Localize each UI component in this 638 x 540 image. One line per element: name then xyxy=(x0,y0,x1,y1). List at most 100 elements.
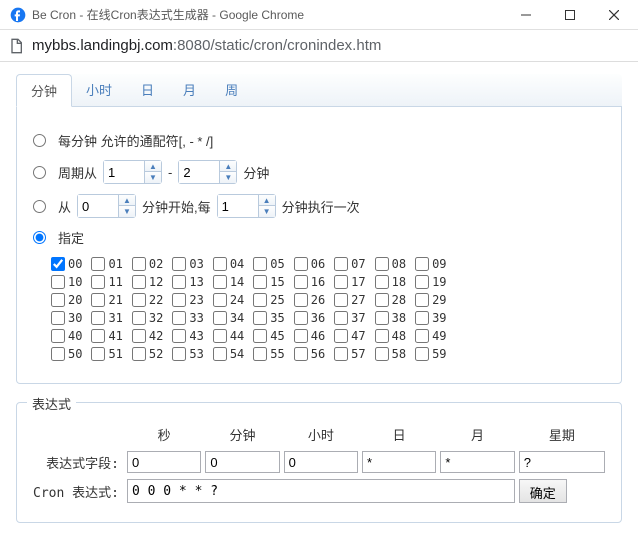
minute-cell-21[interactable]: 21 xyxy=(91,293,122,307)
minute-checkbox-38[interactable] xyxy=(375,311,389,325)
minute-checkbox-25[interactable] xyxy=(253,293,267,307)
minute-cell-05[interactable]: 05 xyxy=(253,257,284,271)
start-from-down[interactable]: ▼ xyxy=(119,206,135,217)
minute-cell-40[interactable]: 40 xyxy=(51,329,82,343)
minute-cell-15[interactable]: 15 xyxy=(253,275,284,289)
minute-cell-20[interactable]: 20 xyxy=(51,293,82,307)
minute-checkbox-17[interactable] xyxy=(334,275,348,289)
minute-checkbox-20[interactable] xyxy=(51,293,65,307)
minute-checkbox-36[interactable] xyxy=(294,311,308,325)
cycle-from-down[interactable]: ▼ xyxy=(145,172,161,183)
minute-cell-12[interactable]: 12 xyxy=(132,275,163,289)
start-every-input[interactable] xyxy=(218,195,258,217)
tab-4[interactable]: 周 xyxy=(211,74,253,106)
minute-cell-22[interactable]: 22 xyxy=(132,293,163,307)
minute-checkbox-59[interactable] xyxy=(415,347,429,361)
minute-checkbox-48[interactable] xyxy=(375,329,389,343)
minute-cell-53[interactable]: 53 xyxy=(172,347,203,361)
minute-cell-42[interactable]: 42 xyxy=(132,329,163,343)
cycle-to-spinner[interactable]: ▲▼ xyxy=(178,160,237,184)
minute-cell-18[interactable]: 18 xyxy=(375,275,406,289)
minute-checkbox-12[interactable] xyxy=(132,275,146,289)
minute-cell-32[interactable]: 32 xyxy=(132,311,163,325)
cycle-to-input[interactable] xyxy=(179,161,219,183)
cycle-from-spinner[interactable]: ▲▼ xyxy=(103,160,162,184)
cycle-from-up[interactable]: ▲ xyxy=(145,161,161,172)
minute-checkbox-39[interactable] xyxy=(415,311,429,325)
minute-checkbox-45[interactable] xyxy=(253,329,267,343)
field-min[interactable] xyxy=(205,451,279,473)
minute-cell-45[interactable]: 45 xyxy=(253,329,284,343)
tab-2[interactable]: 日 xyxy=(127,74,169,106)
minute-checkbox-06[interactable] xyxy=(294,257,308,271)
minute-checkbox-47[interactable] xyxy=(334,329,348,343)
cycle-to-down[interactable]: ▼ xyxy=(220,172,236,183)
minute-cell-49[interactable]: 49 xyxy=(415,329,446,343)
start-every-up[interactable]: ▲ xyxy=(259,195,275,206)
start-every-spinner[interactable]: ▲▼ xyxy=(217,194,276,218)
minute-checkbox-56[interactable] xyxy=(294,347,308,361)
minute-checkbox-05[interactable] xyxy=(253,257,267,271)
radio-start-every[interactable] xyxy=(33,200,46,213)
minute-cell-10[interactable]: 10 xyxy=(51,275,82,289)
tab-1[interactable]: 小时 xyxy=(72,74,127,106)
minute-checkbox-49[interactable] xyxy=(415,329,429,343)
minute-checkbox-15[interactable] xyxy=(253,275,267,289)
minute-checkbox-57[interactable] xyxy=(334,347,348,361)
minute-checkbox-26[interactable] xyxy=(294,293,308,307)
minute-cell-19[interactable]: 19 xyxy=(415,275,446,289)
minute-cell-44[interactable]: 44 xyxy=(213,329,244,343)
minute-cell-48[interactable]: 48 xyxy=(375,329,406,343)
minute-checkbox-30[interactable] xyxy=(51,311,65,325)
minute-checkbox-52[interactable] xyxy=(132,347,146,361)
field-week[interactable] xyxy=(519,451,605,473)
minute-checkbox-27[interactable] xyxy=(334,293,348,307)
minute-checkbox-53[interactable] xyxy=(172,347,186,361)
minute-checkbox-09[interactable] xyxy=(415,257,429,271)
minute-cell-16[interactable]: 16 xyxy=(294,275,325,289)
minute-cell-57[interactable]: 57 xyxy=(334,347,365,361)
minute-cell-38[interactable]: 38 xyxy=(375,311,406,325)
tab-0[interactable]: 分钟 xyxy=(16,74,72,107)
minute-cell-23[interactable]: 23 xyxy=(172,293,203,307)
minute-checkbox-08[interactable] xyxy=(375,257,389,271)
minute-cell-28[interactable]: 28 xyxy=(375,293,406,307)
minute-cell-34[interactable]: 34 xyxy=(213,311,244,325)
minute-cell-51[interactable]: 51 xyxy=(91,347,122,361)
minute-checkbox-11[interactable] xyxy=(91,275,105,289)
minute-checkbox-37[interactable] xyxy=(334,311,348,325)
minute-checkbox-16[interactable] xyxy=(294,275,308,289)
minute-cell-29[interactable]: 29 xyxy=(415,293,446,307)
minute-cell-30[interactable]: 30 xyxy=(51,311,82,325)
minute-cell-11[interactable]: 11 xyxy=(91,275,122,289)
minute-checkbox-04[interactable] xyxy=(213,257,227,271)
minute-checkbox-01[interactable] xyxy=(91,257,105,271)
minute-cell-41[interactable]: 41 xyxy=(91,329,122,343)
minute-checkbox-29[interactable] xyxy=(415,293,429,307)
minute-cell-43[interactable]: 43 xyxy=(172,329,203,343)
minute-checkbox-46[interactable] xyxy=(294,329,308,343)
minute-cell-56[interactable]: 56 xyxy=(294,347,325,361)
minute-checkbox-58[interactable] xyxy=(375,347,389,361)
minute-checkbox-24[interactable] xyxy=(213,293,227,307)
minute-cell-00[interactable]: 00 xyxy=(51,257,82,271)
field-day[interactable] xyxy=(362,451,436,473)
minute-cell-39[interactable]: 39 xyxy=(415,311,446,325)
minute-checkbox-50[interactable] xyxy=(51,347,65,361)
minute-cell-13[interactable]: 13 xyxy=(172,275,203,289)
minute-checkbox-22[interactable] xyxy=(132,293,146,307)
minute-cell-25[interactable]: 25 xyxy=(253,293,284,307)
minute-checkbox-28[interactable] xyxy=(375,293,389,307)
cycle-from-input[interactable] xyxy=(104,161,144,183)
minute-cell-01[interactable]: 01 xyxy=(91,257,122,271)
start-every-down[interactable]: ▼ xyxy=(259,206,275,217)
minute-cell-59[interactable]: 59 xyxy=(415,347,446,361)
radio-specify[interactable] xyxy=(33,231,46,244)
minute-cell-36[interactable]: 36 xyxy=(294,311,325,325)
minute-cell-54[interactable]: 54 xyxy=(213,347,244,361)
cron-expression-input[interactable] xyxy=(127,479,515,503)
minute-cell-26[interactable]: 26 xyxy=(294,293,325,307)
start-from-up[interactable]: ▲ xyxy=(119,195,135,206)
maximize-button[interactable] xyxy=(548,0,592,30)
tab-3[interactable]: 月 xyxy=(169,74,211,106)
